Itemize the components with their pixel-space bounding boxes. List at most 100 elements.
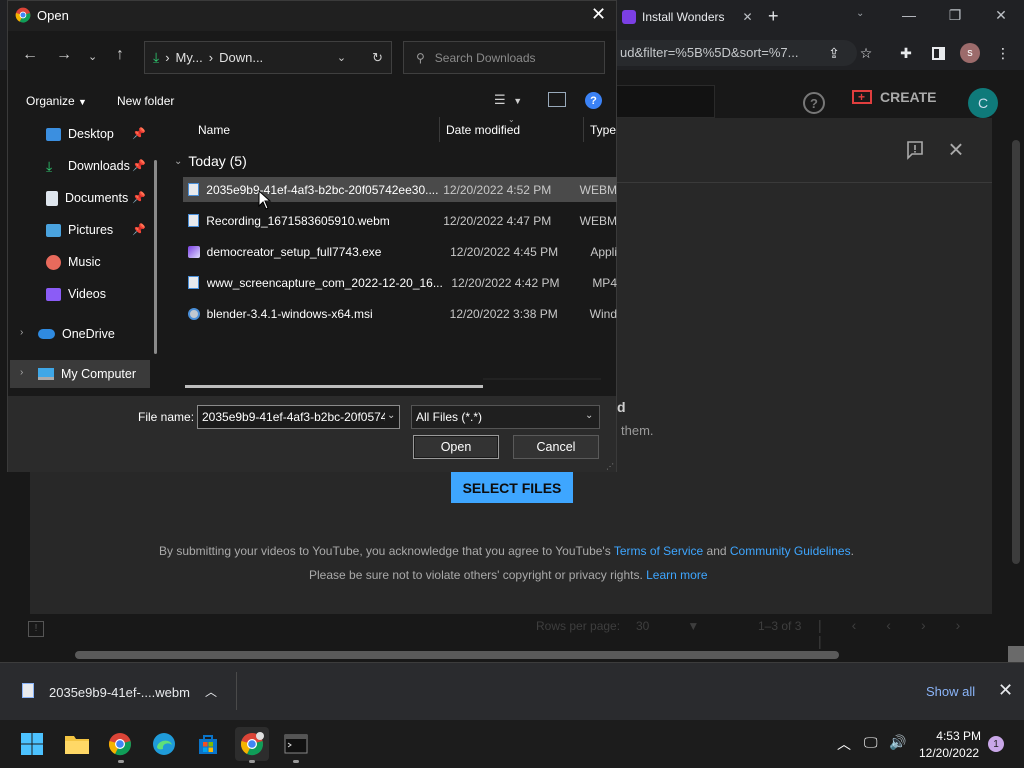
minimize-button[interactable]: —	[886, 4, 932, 26]
help-icon[interactable]: ?	[803, 92, 825, 114]
breadcrumb-segment[interactable]: My...	[176, 50, 203, 65]
column-separator[interactable]	[439, 117, 440, 142]
community-guidelines-link[interactable]: Community Guidelines	[730, 544, 851, 558]
window-close-button[interactable]: ✕	[978, 4, 1024, 26]
dialog-close-icon[interactable]: ✕	[591, 4, 606, 25]
nav-item-label: Pictures	[68, 223, 114, 237]
edge-icon[interactable]	[147, 727, 181, 761]
pager-nav-icons[interactable]: |‹‹›› |	[818, 617, 1024, 649]
file-type: WEBM	[579, 182, 617, 197]
change-view-icon[interactable]: ☰ ▼	[494, 92, 522, 108]
column-separator[interactable]	[583, 117, 584, 142]
back-arrow-icon[interactable]: ←	[22, 46, 38, 64]
microsoft-store-icon[interactable]	[191, 727, 225, 761]
nav-pane-scrollbar[interactable]	[154, 160, 157, 354]
refresh-icon[interactable]: ↻	[372, 50, 383, 66]
file-list-horizontal-scrollbar[interactable]	[185, 385, 483, 388]
studio-search-input[interactable]	[617, 85, 715, 118]
open-button[interactable]: Open	[413, 435, 499, 459]
nav-item-label: Videos	[68, 287, 106, 301]
channel-avatar[interactable]: C	[968, 88, 998, 118]
column-header-type[interactable]: Type	[590, 123, 616, 137]
feedback-icon[interactable]	[905, 140, 925, 160]
file-row[interactable]: Recording_1671583605910.webm 12/20/2022 …	[183, 208, 617, 233]
profile-avatar[interactable]: s	[957, 40, 983, 66]
nav-item-music[interactable]: Music	[10, 248, 150, 276]
vertical-scrollbar[interactable]	[1012, 140, 1020, 564]
download-item-name[interactable]: 2035e9b9-41ef-....webm	[49, 685, 190, 700]
download-shelf-close-icon[interactable]: ✕	[998, 680, 1013, 701]
notification-badge[interactable]: 1	[988, 736, 1004, 752]
copyright-notice-text: Please be sure not to violate others' co…	[309, 568, 647, 582]
file-row[interactable]: 2035e9b9-41ef-4af3-b2bc-20f05742ee30....…	[183, 177, 617, 202]
terms-notice: By submitting your videos to YouTube, yo…	[159, 544, 854, 558]
search-downloads-input[interactable]: ⚲ Search Downloads	[403, 41, 605, 74]
nav-item-pictures[interactable]: Pictures 📌	[10, 216, 150, 244]
restore-button[interactable]: ❐	[932, 4, 978, 26]
help-icon[interactable]: ?	[585, 92, 602, 109]
up-arrow-icon[interactable]: ↑	[116, 46, 124, 64]
bookmark-star-icon[interactable]: ☆	[853, 40, 879, 66]
share-icon[interactable]: ⇪	[821, 40, 847, 66]
nav-item-my-computer[interactable]: › My Computer	[10, 360, 150, 388]
recent-locations-chevron-icon[interactable]: ⌄	[88, 50, 97, 63]
cancel-button[interactable]: Cancel	[513, 435, 599, 459]
browser-tab[interactable]: Install Wonders ✕	[614, 4, 761, 30]
dialog-toolbar	[8, 83, 616, 117]
column-header-date[interactable]: Date modified	[446, 123, 520, 137]
new-tab-icon[interactable]: +	[768, 6, 779, 27]
send-feedback-icon[interactable]: !	[28, 621, 44, 637]
chrome-profile-taskbar-icon[interactable]	[235, 727, 269, 761]
learn-more-link[interactable]: Learn more	[646, 568, 707, 582]
chrome-menu-icon[interactable]: ⋮	[990, 40, 1016, 66]
dialog-title: Open	[37, 8, 69, 23]
location-breadcrumb[interactable]: ⤓ › My... › Down... ⌄ ↻	[144, 41, 392, 74]
tray-chevron-up-icon[interactable]: ︿	[837, 734, 851, 754]
chevron-up-icon[interactable]: ︿	[205, 683, 217, 700]
file-row[interactable]: blender-3.4.1-windows-x64.msi 12/20/2022…	[183, 301, 617, 326]
forward-arrow-icon[interactable]: →	[56, 46, 72, 64]
clock-time[interactable]: 4:53 PM	[935, 729, 981, 743]
organize-button[interactable]: Organize ▼	[26, 94, 87, 108]
modal-close-icon[interactable]: ×	[944, 136, 968, 162]
volume-icon[interactable]: 🔊	[889, 734, 906, 751]
address-dropdown-icon[interactable]: ⌄	[337, 51, 346, 64]
scroll-corner	[1008, 646, 1024, 662]
extensions-puzzle-icon[interactable]: ✚	[893, 40, 919, 66]
network-icon[interactable]: 🖵	[864, 734, 878, 751]
file-name-input[interactable]: 2035e9b9-41ef-4af3-b2bc-20f0574	[197, 405, 400, 429]
clock-date[interactable]: 12/20/2022	[919, 746, 979, 760]
file-row[interactable]: www_screencapture_com_2022-12-20_16... 1…	[183, 270, 617, 295]
search-placeholder: Search Downloads	[434, 50, 536, 65]
tab-search-icon[interactable]: ⌄	[856, 8, 864, 19]
start-windows-icon[interactable]	[15, 727, 49, 761]
video-file-icon	[187, 276, 201, 289]
nav-item-videos[interactable]: Videos	[10, 280, 150, 308]
show-all-button[interactable]: Show all	[926, 684, 975, 699]
new-folder-button[interactable]: New folder	[117, 94, 174, 108]
nav-item-onedrive[interactable]: › OneDrive	[10, 320, 150, 348]
file-row[interactable]: democreator_setup_full7743.exe 12/20/202…	[183, 239, 617, 264]
music-icon	[46, 254, 61, 270]
file-explorer-icon[interactable]	[60, 727, 94, 761]
nav-item-documents[interactable]: Documents 📌	[10, 184, 150, 212]
preview-pane-icon[interactable]	[548, 92, 566, 107]
chrome-taskbar-icon[interactable]	[103, 727, 137, 761]
tab-close-icon[interactable]: ✕	[742, 10, 752, 24]
side-panel-icon[interactable]	[925, 40, 951, 66]
create-button[interactable]: + CREATE	[852, 89, 937, 105]
chevron-down-icon[interactable]: ⌄	[585, 410, 593, 421]
chevron-down-icon[interactable]: ⌄	[385, 410, 398, 421]
horizontal-scrollbar[interactable]	[75, 651, 839, 659]
file-type-select[interactable]: All Files (*.*)	[411, 405, 600, 429]
column-header-name[interactable]: Name	[198, 123, 230, 137]
nav-item-desktop[interactable]: Desktop 📌	[10, 120, 150, 148]
terminal-icon[interactable]	[279, 727, 313, 761]
terms-and-text: and	[703, 544, 730, 558]
resize-grip-icon[interactable]: ⋰	[606, 462, 614, 471]
terms-of-service-link[interactable]: Terms of Service	[614, 544, 703, 558]
nav-item-downloads[interactable]: ⤓ Downloads 📌	[10, 152, 150, 180]
breadcrumb-segment[interactable]: Down...	[219, 50, 263, 65]
rows-per-page-select[interactable]: 30 ▼	[636, 619, 699, 633]
group-header-today[interactable]: ⌄ Today (5)	[174, 153, 247, 169]
